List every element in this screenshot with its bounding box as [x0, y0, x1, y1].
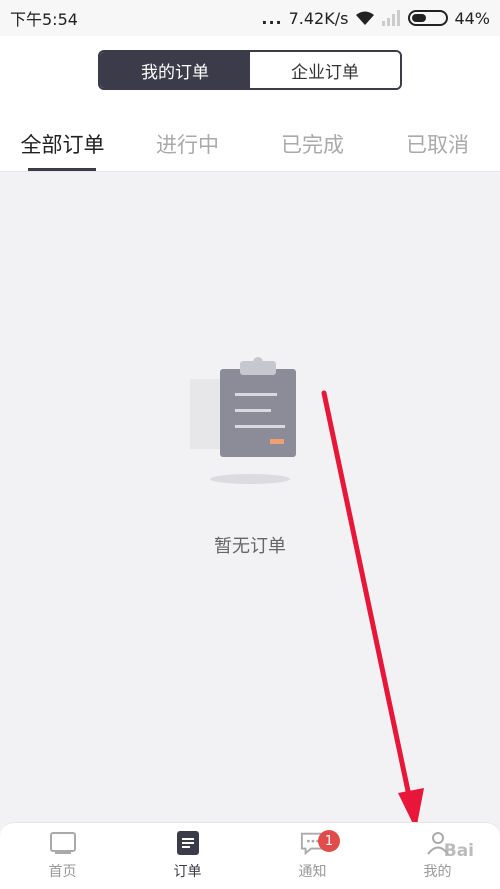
nav-notifications[interactable]: 1 通知: [250, 823, 375, 889]
orders-icon: [175, 831, 201, 855]
status-dots: ...: [261, 8, 283, 28]
battery-icon: [408, 10, 449, 26]
nav-profile-label: 我的: [423, 864, 452, 880]
nav-profile[interactable]: 我的: [375, 823, 500, 889]
order-status-tabs: 全部订单 进行中 已完成 已取消: [0, 116, 500, 172]
nav-orders-label: 订单: [173, 864, 202, 880]
watermark: Bai: [443, 841, 474, 861]
empty-clipboard-icon: [190, 357, 296, 484]
status-time: 下午5:54: [10, 10, 78, 29]
my-orders-button[interactable]: 我的订单: [100, 52, 250, 88]
network-speed: 7.42K/s: [288, 8, 349, 28]
nav-orders[interactable]: 订单: [125, 823, 250, 889]
nav-home[interactable]: 首页: [0, 823, 125, 889]
nav-home-label: 首页: [48, 864, 77, 880]
status-bar: 下午5:54 ... 7.42K/s 44%: [0, 0, 500, 36]
tab-all-orders[interactable]: 全部订单: [0, 116, 125, 171]
notification-badge: 1: [318, 830, 340, 852]
battery-level: 44%: [454, 8, 490, 28]
status-right: ... 7.42K/s 44%: [261, 9, 490, 28]
tab-completed[interactable]: 已完成: [250, 116, 375, 171]
home-icon: [49, 831, 76, 855]
signal-icon: [382, 10, 401, 26]
tab-in-progress[interactable]: 进行中: [125, 116, 250, 171]
empty-state: 暂无订单: [0, 172, 500, 822]
header: 我的订单 企业订单 全部订单 进行中 已完成 已取消: [0, 36, 500, 172]
wifi-icon: [356, 11, 375, 25]
bottom-nav: 首页 订单 1 通知 我的 Bai: [0, 822, 500, 889]
nav-notifications-label: 通知: [298, 864, 327, 880]
company-orders-button[interactable]: 企业订单: [250, 52, 400, 88]
order-type-switch: 我的订单 企业订单: [98, 50, 402, 90]
empty-message: 暂无订单: [214, 536, 286, 557]
tab-cancelled[interactable]: 已取消: [375, 116, 500, 171]
